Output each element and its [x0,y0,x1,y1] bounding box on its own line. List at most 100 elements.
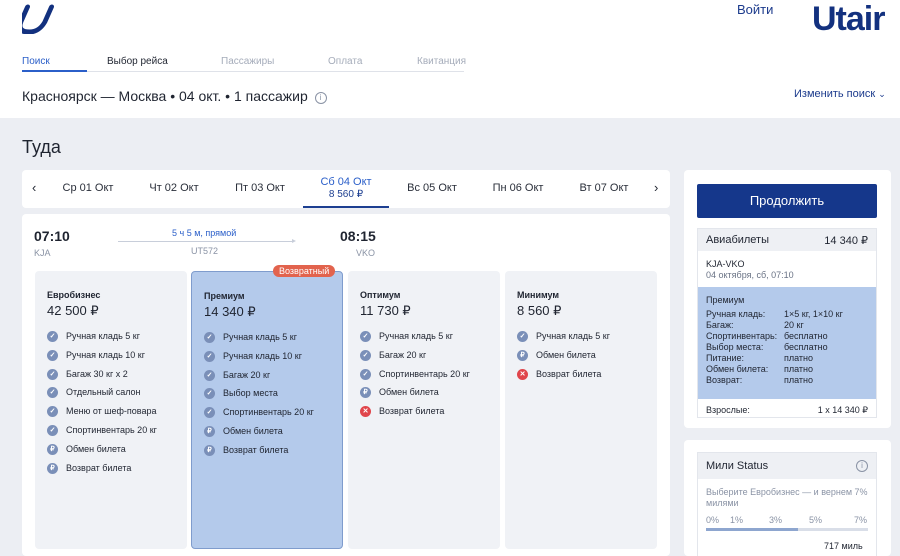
fare-name: Премиум [204,291,245,301]
check-circle-icon: ✓ [204,388,215,400]
fare-feature: ✓ Багаж 20 кг [360,349,470,369]
check-circle-icon: ✓ [204,407,215,419]
selected-fare-details: Премиум Ручная кладь: 1×5 кг, 1×10 кг Баг… [698,287,876,399]
ticket-summary-header: Авиабилеты 14 340 ₽ [698,229,876,251]
utair-u-logo[interactable] [22,4,56,34]
fare-card-premium[interactable]: Премиум 14 340 ₽ ✓ Ручная кладь 5 кг ✓ Ручн… [191,271,343,549]
fare-feature-label: Ручная кладь 5 кг [379,331,454,341]
fare-feature-label: Ручная кладь 10 кг [66,349,146,360]
summary-route: KJA-VKO [706,259,745,269]
fare-feature-label: Меню от шеф-повара [66,406,157,417]
miles-percent: 7% [854,515,868,525]
fare-card-eurobusiness[interactable]: Евробизнес 42 500 ₽ ✓ Ручная кладь 5 кг ✓ Р… [35,271,187,549]
fare-card-optimum[interactable]: Оптимум 11 730 ₽ ✓ Ручная кладь 5 кг ✓ Бага… [348,271,500,549]
fare-price: 42 500 ₽ [47,303,99,318]
step-search[interactable]: Поиск [22,56,50,67]
chevron-down-icon: ⌄ [878,89,886,99]
fare-features: ✓ Ручная кладь 5 кг ✓ Багаж 20 кг ✓ Спортинве… [360,331,470,425]
detail-key: Питание: [706,353,745,363]
fare-feature-label: Выбор места [223,388,278,399]
fare-feature: ₽ Возврат билета [47,462,157,482]
check-circle-icon: ✓ [47,331,58,342]
info-icon[interactable]: i [856,460,868,472]
miles-title: Мили Status [706,460,769,472]
date-tab[interactable]: Пт 03 Окт [217,170,303,208]
date-tab[interactable]: Вт 07 Окт [561,170,647,208]
fare-feature-label: Ручная кладь 10 кг [223,350,303,361]
miles-status-panel: Мили Status i Выберите Евробизнес — и ве… [684,440,891,556]
fare-feature: ✓ Багаж 30 кг x 2 [47,368,157,388]
fare-name: Минимум [517,290,560,300]
booking-steps: Поиск Выбор рейса Пассажиры Оплата Квита… [22,56,467,72]
date-tab[interactable]: Вс 05 Окт [389,170,475,208]
fare-feature-label: Возврат билета [223,444,289,455]
change-search-link[interactable]: Изменить поиск ⌄ [794,88,886,100]
fare-feature-label: Ручная кладь 5 кг [536,331,611,341]
fare-feature-label: Багаж 30 кг x 2 [66,368,128,379]
date-tab[interactable]: Ср 01 Окт [45,170,131,208]
arrive-time: 08:15 [340,228,376,244]
info-icon[interactable]: i [314,92,327,104]
detail-value: платно [784,375,814,385]
check-circle-icon: ✓ [47,387,58,399]
fare-feature-label: Спортинвентарь 20 кг [223,407,314,418]
adults-value: 1 x 14 340 ₽ [817,405,868,415]
date-label: Сб 04 Окт [320,176,372,188]
fare-feature-label: Возврат билета [379,406,445,417]
fare-feature: ₽ Обмен билета [204,425,314,445]
detail-value: бесплатно [784,331,828,341]
detail-value: платно [784,353,814,363]
fare-feature: ✓ Ручная кладь 5 кг [47,331,157,350]
detail-value: бесплатно [784,342,828,352]
detail-key: Возврат: [706,375,743,385]
fare-feature-label: Возврат билета [536,368,602,379]
brand-logo[interactable]: Utair [812,0,885,39]
summary-date: 04 октября, сб, 07:10 [706,270,794,280]
ticket-summary: Авиабилеты 14 340 ₽ KJA-VKO 04 октября, … [697,228,877,418]
fare-feature-label: Возврат билета [66,462,132,473]
fare-feature: ✓ Ручная кладь 5 кг [204,332,314,351]
fare-feature-label: Ручная кладь 5 кг [223,332,298,342]
date-tab[interactable]: Чт 02 Окт [131,170,217,208]
chevron-right-icon[interactable]: › [654,180,658,195]
date-tab-selected[interactable]: Сб 04 Окт 8 560 ₽ [303,170,389,208]
fare-feature: ₽ Обмен билета [47,443,157,463]
detail-value: платно [784,364,814,374]
cross-circle-icon: ✕ [360,406,371,418]
refundable-badge: Возвратный [273,265,336,277]
fare-features: ✓ Ручная кладь 5 кг ₽ Обмен билета ✕ Возврат … [517,331,610,387]
flight-number: UT572 [191,246,219,256]
detail-key: Спортинвентарь: [706,331,778,341]
step-receipt: Квитанция [417,56,467,67]
fare-feature: ✓ Ручная кладь 10 кг [47,349,157,369]
date-tab[interactable]: Пн 06 Окт [475,170,561,208]
fare-feature: ✓ Ручная кладь 5 кг [360,331,470,350]
fare-feature: ✓ Спортинвентарь 20 кг [204,407,314,426]
arrive-code: VKO [356,248,376,258]
fare-feature-label: Обмен билета [379,387,439,398]
steps-divider [22,71,464,72]
miles-percent: 1% [730,515,744,525]
chevron-left-icon[interactable]: ‹ [32,180,36,195]
ruble-circle-icon: ₽ [204,425,215,437]
date-price: 8 560 ₽ [328,189,364,200]
header: Войти Utair Поиск Выбор рейса Пассажиры … [0,0,900,118]
miles-status-box: Мили Status i Выберите Евробизнес — и ве… [697,452,877,556]
detail-key: Ручная кладь: [706,309,766,319]
detail-key: Выбор места: [706,342,764,352]
route-summary-text: Красноярск — Москва • 04 окт. • 1 пассаж… [22,88,308,104]
fare-card-minimum[interactable]: Минимум 8 560 ₽ ✓ Ручная кладь 5 кг ₽ Обмен… [505,271,657,549]
continue-button[interactable]: Продолжить [697,184,877,218]
ruble-circle-icon: ₽ [47,443,58,455]
fare-feature: ₽ Обмен билета [517,349,610,369]
flight-card: 07:10 KJA 5 ч 5 м, прямой UT572 08:15 VK… [22,214,670,556]
check-circle-icon: ✓ [47,406,58,418]
fare-feature: ✓ Ручная кладь 10 кг [204,350,314,370]
date-label: Вс 05 Окт [407,182,457,194]
fare-feature: ₽ Возврат билета [204,444,314,464]
check-circle-icon: ✓ [204,332,215,343]
fare-feature: ✓ Спортинвентарь 20 кг [47,424,157,444]
date-selector: ‹ Ср 01 Окт Чт 02 Окт Пт 03 Окт Сб 04 Ок… [22,170,670,208]
flight-duration: 5 ч 5 м, прямой [172,228,237,238]
signin-link[interactable]: Войти [737,2,773,17]
